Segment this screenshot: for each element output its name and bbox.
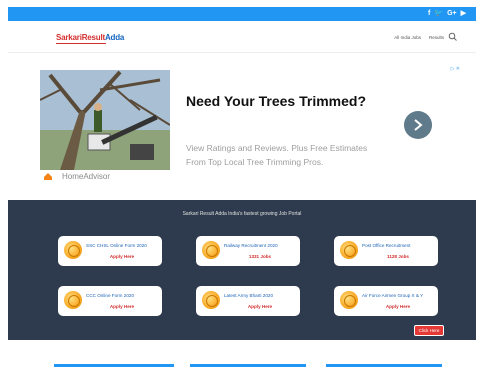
job-card-railway[interactable]: Railway Recruitment 2020 1331 Jobs <box>196 236 300 266</box>
ad-banner[interactable]: ▷ ✕ Need Your Trees Trimmed? View Rating… <box>36 64 462 192</box>
youtube-icon[interactable]: ▶ <box>461 9 466 18</box>
google-plus-icon[interactable]: G+ <box>447 9 457 18</box>
ad-image-tree-trimming[interactable] <box>40 70 170 170</box>
job-card-title: Latest Army Bharti 2020 <box>224 293 274 298</box>
nav-item-results[interactable]: Results <box>429 35 444 40</box>
job-card-subtitle: Apply Here <box>109 304 135 309</box>
coin-icon <box>202 241 220 259</box>
site-logo[interactable]: SarkariResultAdda <box>56 33 124 42</box>
ad-brand[interactable]: HomeAdvisor <box>62 172 110 181</box>
homeadvisor-logo-icon <box>44 173 52 180</box>
job-card-ccc[interactable]: CCC Online Form 2020 Apply Here <box>58 286 162 316</box>
logo-text-part2: Adda <box>104 33 125 42</box>
job-card-army-bharti[interactable]: Latest Army Bharti 2020 Apply Here <box>196 286 300 316</box>
section-title: Sarkari Result Adda India's fastest grow… <box>182 211 302 217</box>
job-card-subtitle: 1128 Jobs <box>387 254 409 259</box>
logo-underline <box>56 43 106 44</box>
facebook-icon[interactable]: f <box>428 9 430 18</box>
job-card-title: Railway Recruitment 2020 <box>224 243 278 248</box>
coin-icon <box>64 241 82 259</box>
job-card-subtitle: Apply Here <box>109 254 135 259</box>
job-card-subtitle: Apply Here <box>247 304 273 309</box>
job-card-ssc-chsl[interactable]: SSC CHSL Online Form 2020 Apply Here <box>58 236 162 266</box>
twitter-icon[interactable]: 🐦 <box>434 9 443 18</box>
job-card-post-office[interactable]: Post Office Recruitment 1128 Jobs <box>334 236 438 266</box>
job-card-subtitle: Apply Here <box>385 304 411 309</box>
coin-icon <box>340 241 358 259</box>
job-card-title: CCC Online Form 2020 <box>86 293 134 298</box>
ad-choices-icon[interactable]: ▷ ✕ <box>451 66 460 72</box>
coin-icon <box>340 291 358 309</box>
ad-open-button[interactable] <box>404 111 432 139</box>
chevron-right-icon <box>414 119 423 131</box>
main-nav: All India Jobs Results <box>394 35 444 40</box>
ad-title[interactable]: Need Your Trees Trimmed? <box>186 93 366 109</box>
job-card-air-force[interactable]: Air Force Airmen Group X & Y Apply Here <box>334 286 438 316</box>
search-icon[interactable] <box>448 32 458 42</box>
job-card-subtitle: 1331 Jobs <box>248 254 272 259</box>
ad-description: View Ratings and Reviews. Plus Free Esti… <box>186 143 368 167</box>
top-bar: f 🐦 G+ ▶ <box>8 7 476 21</box>
nav-item-all-india-jobs[interactable]: All India Jobs <box>394 35 421 40</box>
logo-text-part1: SarkariResult <box>56 33 105 42</box>
social-links: f 🐦 G+ ▶ <box>428 9 466 18</box>
job-portal-section: Sarkari Result Adda India's fastest grow… <box>8 200 476 340</box>
page: f 🐦 G+ ▶ SarkariResultAdda All India Job… <box>0 0 484 367</box>
job-card-title: Post Office Recruitment <box>362 243 411 248</box>
coin-icon <box>64 291 82 309</box>
click-here-button[interactable]: Click Here <box>414 325 444 336</box>
job-card-title: SSC CHSL Online Form 2020 <box>86 243 147 248</box>
coin-icon <box>202 291 220 309</box>
job-card-title: Air Force Airmen Group X & Y <box>362 293 424 298</box>
site-header: SarkariResultAdda All India Jobs Results <box>8 21 476 53</box>
